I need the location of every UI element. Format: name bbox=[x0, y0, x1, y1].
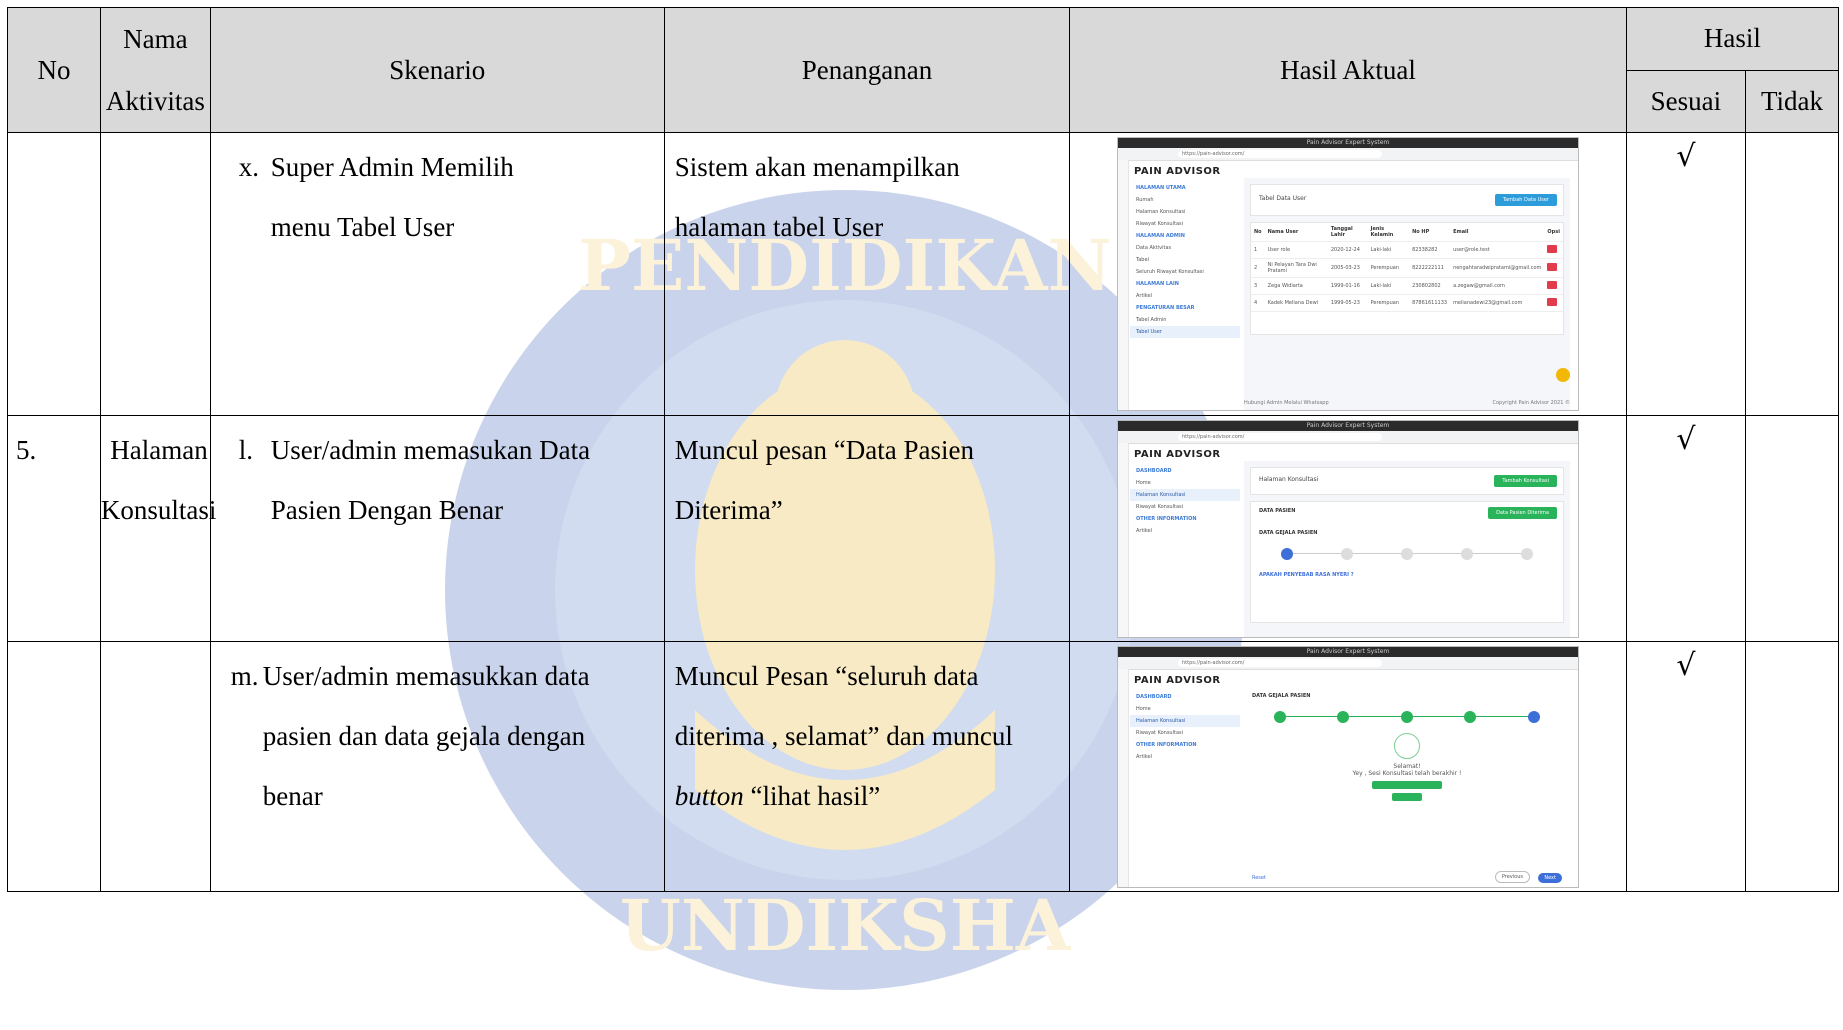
app-logo: PAIN ADVISOR bbox=[1133, 166, 1221, 177]
result-sesuai: √ bbox=[1625, 132, 1747, 416]
header-penanganan: Penanganan bbox=[663, 7, 1071, 133]
result-tidak bbox=[1745, 132, 1839, 416]
result-tidak bbox=[1745, 641, 1839, 892]
header-tidak: Tidak bbox=[1745, 69, 1839, 133]
row-scenario: l. User/admin memasukan Data Pasien Deng… bbox=[209, 415, 665, 642]
row-handling: Sistem akan menampilkan halaman tabel Us… bbox=[663, 132, 1071, 416]
scenario-marker: l. bbox=[238, 435, 253, 465]
result-sesuai: √ bbox=[1625, 641, 1747, 892]
svg-text:UNDIKSHA: UNDIKSHA bbox=[620, 884, 1072, 967]
header-skenario: Skenario bbox=[209, 7, 665, 133]
header-nama-aktivitas: Nama Aktivitas bbox=[99, 7, 211, 133]
all-accepted-banner bbox=[1371, 781, 1442, 789]
row-activity: Halaman Konsultasi bbox=[99, 415, 216, 642]
row-scenario: x. Super Admin Memilih menu Tabel User bbox=[209, 132, 665, 416]
sidebar-menu: HALAMAN UTAMA Rumah Halaman Konsultasi R… bbox=[1129, 182, 1240, 410]
table-row: x. Super Admin Memilih menu Tabel User S… bbox=[7, 132, 1839, 416]
table-row: m. User/admin memasukkan data pasien dan… bbox=[7, 641, 1839, 892]
row-actual-result: Pain Advisor Expert System https://pain-a… bbox=[1069, 641, 1627, 892]
scenario-text: Super Admin Memilih menu Tabel User bbox=[270, 152, 514, 242]
row-number: 5. bbox=[7, 415, 101, 642]
row-actual-result: Pain Advisor Expert System https://pain-a… bbox=[1069, 132, 1627, 416]
scenario-marker: x. bbox=[238, 152, 259, 182]
header-sesuai: Sesuai bbox=[1625, 69, 1747, 133]
settings-gear-icon bbox=[1555, 368, 1570, 382]
result-tidak bbox=[1745, 415, 1839, 642]
row-activity bbox=[99, 132, 211, 416]
screenshot-konsultasi: Pain Advisor Expert System https://pain-a… bbox=[1116, 420, 1579, 638]
result-sesuai: √ bbox=[1625, 415, 1747, 642]
screenshot-user-table: Pain Advisor Expert System https://pain-a… bbox=[1116, 137, 1579, 411]
header-hasil: Hasil bbox=[1625, 7, 1840, 71]
row-actual-result: Pain Advisor Expert System https://pain-a… bbox=[1069, 415, 1627, 642]
row-activity bbox=[99, 641, 211, 892]
scenario-text: User/admin memasukkan data pasien dan da… bbox=[262, 661, 590, 811]
lihat-hasil-button bbox=[1391, 793, 1422, 801]
row-handling: Muncul Pesan “seluruh data diterima , se… bbox=[663, 641, 1071, 892]
header-no: No bbox=[7, 7, 101, 133]
screenshot-konsultasi-selesai: Pain Advisor Expert System https://pain-a… bbox=[1116, 646, 1579, 888]
table-row: 5. Halaman Konsultasi l. User/admin mema… bbox=[7, 415, 1839, 642]
row-number bbox=[7, 132, 101, 416]
test-scenario-table: No Nama Aktivitas Skenario Penanganan Ha… bbox=[7, 7, 1840, 892]
row-handling: Muncul pesan “Data Pasien Diterima” bbox=[663, 415, 1071, 642]
success-check-icon bbox=[1393, 733, 1420, 759]
row-number bbox=[7, 641, 101, 892]
scenario-marker: m. bbox=[230, 661, 259, 691]
header-hasil-aktual: Hasil Aktual bbox=[1069, 7, 1627, 133]
scenario-text: User/admin memasukan Data Pasien Dengan … bbox=[270, 435, 591, 525]
row-scenario: m. User/admin memasukkan data pasien dan… bbox=[209, 641, 665, 892]
